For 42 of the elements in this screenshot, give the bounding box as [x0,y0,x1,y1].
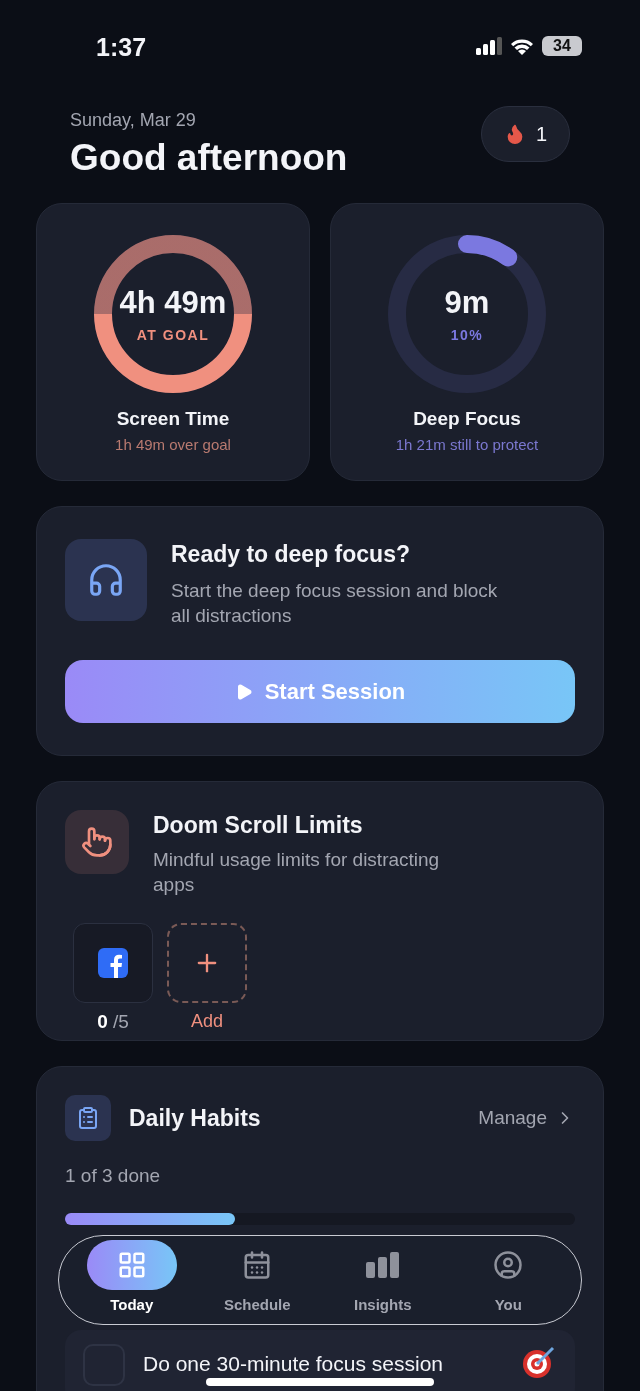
tab-item[interactable]: Insights [320,1240,446,1320]
stat-status: 10% [450,327,484,343]
headphones-icon [65,539,147,621]
tab-item[interactable]: Today [69,1240,195,1320]
signal-icon [476,37,502,55]
bar-chart-icon [365,1252,400,1278]
greeting-title: Good afternoon [70,136,348,179]
stat-title: Deep Focus [413,408,521,430]
status-time: 1:37 [96,33,147,62]
stat-subtitle: 1h 49m over goal [115,436,231,453]
stat-value: 9m [444,285,490,321]
habit-label: Do one 30-minute focus session [143,1352,444,1376]
stat-status: AT GOAL [136,327,210,343]
tab-item[interactable]: You [445,1240,571,1320]
stat-value: 4h 49m [119,285,227,321]
doom-scroll-subtitle: Mindful usage limits for distracting apps [153,848,441,897]
tab-item[interactable]: Schedule [194,1240,320,1320]
calendar-icon [242,1250,273,1280]
usage-count: 0 /5 [97,1011,129,1033]
habit-row[interactable]: Do one 30-minute focus session [65,1330,575,1391]
battery-indicator: 34 [542,36,582,56]
app-tile[interactable] [73,923,153,1003]
streak-badge[interactable]: 1 [480,106,570,162]
add-label: Add [191,1011,223,1032]
focus-description: Start the deep focus session and block all distractions [171,579,499,628]
pointer-hand-icon [65,810,129,874]
clipboard-icon [65,1095,111,1141]
wifi-icon [510,37,534,55]
focus-title: Ready to deep focus? [171,541,411,568]
target-icon [521,1344,557,1380]
manage-link[interactable]: Manage [478,1107,575,1129]
stat-title: Screen Time [116,408,230,430]
add-app-button[interactable] [167,923,247,1003]
stat-card[interactable]: 4h 49m AT GOAL Screen Time 1h 49m over goal [36,203,310,481]
stat-card[interactable]: 9m 10% Deep Focus 1h 21m still to protect [330,203,604,481]
stat-subtitle: 1h 21m still to protect [395,436,539,453]
facebook-icon [98,948,128,978]
habits-title: Daily Habits [129,1104,261,1132]
user-icon [493,1250,524,1280]
date-text: Sunday, Mar 29 [70,109,197,131]
habits-progress-text: 1 of 3 done [65,1165,162,1187]
doom-scroll-title: Doom Scroll Limits [153,812,364,839]
